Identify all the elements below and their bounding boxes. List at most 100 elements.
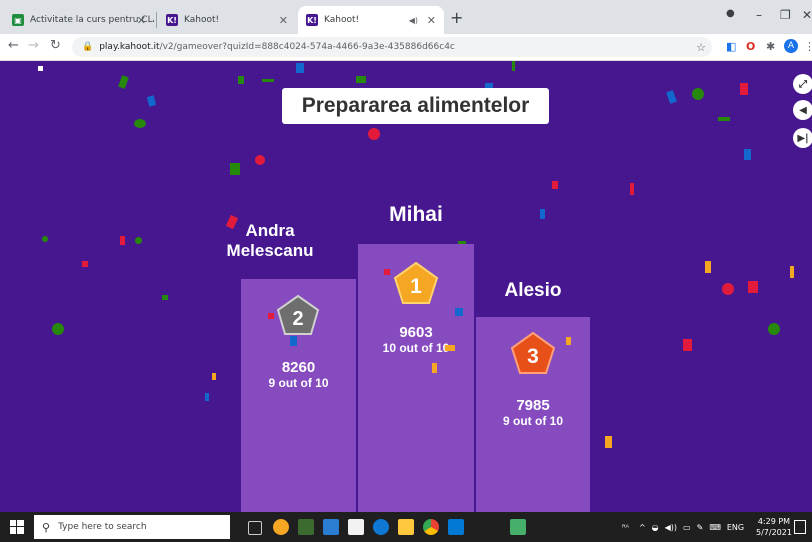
confetti-piece [212, 373, 216, 380]
confetti-piece [540, 209, 545, 219]
address-bar[interactable]: 🔒 play.kahoot.it/v2/gameover?quizId=888c… [72, 37, 712, 57]
menu-dots-icon[interactable]: ⋮ [804, 40, 812, 53]
mail-icon[interactable] [448, 519, 464, 535]
chrome-icon[interactable] [423, 519, 439, 535]
network-icon[interactable]: ◒ [652, 523, 659, 532]
tab-title: Activitate la curs pentru CLASA a [30, 15, 154, 25]
kahoot-icon: K! [306, 14, 318, 26]
tab-kahoot-active[interactable]: K! Kahoot! ◀) ✕ [298, 6, 444, 34]
close-icon[interactable]: ✕ [427, 14, 436, 27]
app-icon-2[interactable] [298, 519, 314, 535]
confetti-piece [718, 117, 730, 121]
reload-icon[interactable]: ↻ [50, 38, 61, 53]
confetti-piece [605, 436, 612, 448]
first-place-score: 9603 10 out of 10 [358, 324, 474, 355]
confetti-piece [768, 323, 780, 335]
browser-toolbar: ← → ↻ 🔒 play.kahoot.it/v2/gameover?quizI… [0, 34, 812, 61]
close-icon[interactable]: ✕ [137, 14, 146, 27]
app-icon-4[interactable] [510, 519, 526, 535]
back-arrow-icon[interactable]: ← [8, 38, 19, 53]
clock-time: 4:29 PM [757, 517, 791, 526]
minimize-icon[interactable]: – [756, 8, 762, 22]
keyboard-icon[interactable]: ⌨ [709, 523, 721, 532]
media-control-icon[interactable]: ● [726, 8, 735, 19]
volume-tray-icon[interactable]: ◀)) [665, 523, 677, 532]
confetti-piece [296, 63, 304, 73]
battery-icon[interactable]: ▭ [683, 523, 691, 532]
kahoot-podium-screen: Prepararea alimentelor ⤢ ◀ ▶| Andra Mele… [0, 61, 812, 512]
extension-icon[interactable]: ◧ [726, 40, 736, 53]
system-tray: ᴿᴬ ^ ◒ ◀)) ▭ ✎ ⌨ ENG [622, 512, 744, 542]
confetti-piece [238, 76, 244, 84]
second-place-score: 8260 9 out of 10 [241, 359, 356, 390]
browser-tab-strip: ▣ Activitate la curs pentru CLASA a ✕ K!… [0, 0, 812, 34]
confetti-piece [120, 236, 125, 245]
notifications-icon[interactable] [794, 520, 806, 534]
confetti-piece [118, 75, 129, 89]
confetti-piece [445, 345, 455, 351]
confetti-piece [666, 90, 677, 104]
second-place-points: 8260 [281, 359, 316, 376]
confetti-piece [455, 308, 463, 316]
confetti-piece [566, 337, 571, 345]
app-icon-3[interactable] [323, 519, 339, 535]
confetti-piece [740, 83, 748, 95]
pen-icon[interactable]: ✎ [697, 523, 704, 532]
tab-kahoot-1[interactable]: K! Kahoot! ✕ [158, 6, 296, 34]
taskbar-clock[interactable]: 4:29 PM 5/7/2021 [756, 516, 792, 538]
url-text: play.kahoot.it/v2/gameover?quizId=888c40… [99, 42, 455, 52]
opera-extension-icon[interactable]: O [746, 40, 755, 53]
first-place-name: Mihai [389, 203, 443, 226]
edge-icon[interactable] [373, 519, 389, 535]
tab-title: Kahoot! [324, 15, 360, 25]
speaker-icon[interactable]: ◀) [409, 16, 418, 25]
second-place-number: 2 [292, 308, 303, 330]
first-place-points: 9603 [399, 324, 433, 341]
windows-taskbar: ⚲ Type here to search ᴿᴬ ^ ◒ ◀)) ▭ ✎ ⌨ E… [0, 512, 812, 542]
confetti-piece [744, 149, 751, 160]
kahoot-icon: K! [166, 14, 178, 26]
tab-separator [156, 12, 157, 28]
new-tab-button[interactable]: + [450, 8, 463, 27]
close-icon[interactable]: ✕ [279, 14, 288, 27]
confetti-piece [290, 336, 297, 346]
people-icon[interactable]: ᴿᴬ [622, 523, 629, 532]
windows-start-icon[interactable] [10, 520, 24, 534]
second-place-medal: 2 [276, 294, 320, 335]
tab-classroom[interactable]: ▣ Activitate la curs pentru CLASA a ✕ [4, 6, 154, 34]
skip-music-icon[interactable]: ▶| [793, 128, 812, 148]
confetti-piece [255, 155, 265, 165]
confetti-piece [52, 323, 64, 335]
lock-icon: 🔒 [82, 42, 94, 52]
confetti-piece [262, 79, 274, 82]
bookmark-star-icon[interactable]: ☆ [696, 41, 706, 54]
second-place-correct: 9 out of 10 [268, 376, 329, 390]
confetti-piece [368, 128, 380, 140]
confetti-piece [356, 76, 366, 83]
confetti-piece [552, 181, 558, 189]
third-place-score: 7985 9 out of 10 [476, 397, 590, 428]
profile-avatar[interactable]: A [784, 39, 798, 53]
first-place-number: 1 [410, 275, 422, 298]
confetti-piece [134, 119, 146, 128]
chevron-up-icon[interactable]: ^ [639, 523, 646, 532]
forward-arrow-icon[interactable]: → [28, 38, 39, 53]
language-indicator[interactable]: ENG [727, 523, 744, 532]
file-explorer-icon[interactable] [398, 519, 414, 535]
restore-icon[interactable]: ❐ [780, 8, 791, 22]
close-window-icon[interactable]: ✕ [802, 8, 812, 22]
confetti-piece [82, 261, 88, 267]
app-icon-1[interactable] [273, 519, 289, 535]
task-view-icon[interactable] [248, 521, 262, 535]
clock-date: 5/7/2021 [756, 528, 792, 537]
confetti-piece [38, 66, 43, 71]
confetti-piece [630, 183, 634, 195]
confetti-piece [146, 95, 157, 107]
second-place-name: Andra Melescanu [226, 221, 314, 260]
puzzle-extensions-icon[interactable]: ✱ [766, 40, 775, 53]
confetti-piece [268, 313, 274, 319]
fullscreen-icon[interactable]: ⤢ [793, 74, 812, 94]
volume-icon[interactable]: ◀ [793, 100, 812, 120]
taskbar-search[interactable]: ⚲ Type here to search [34, 515, 230, 539]
store-icon[interactable] [348, 519, 364, 535]
